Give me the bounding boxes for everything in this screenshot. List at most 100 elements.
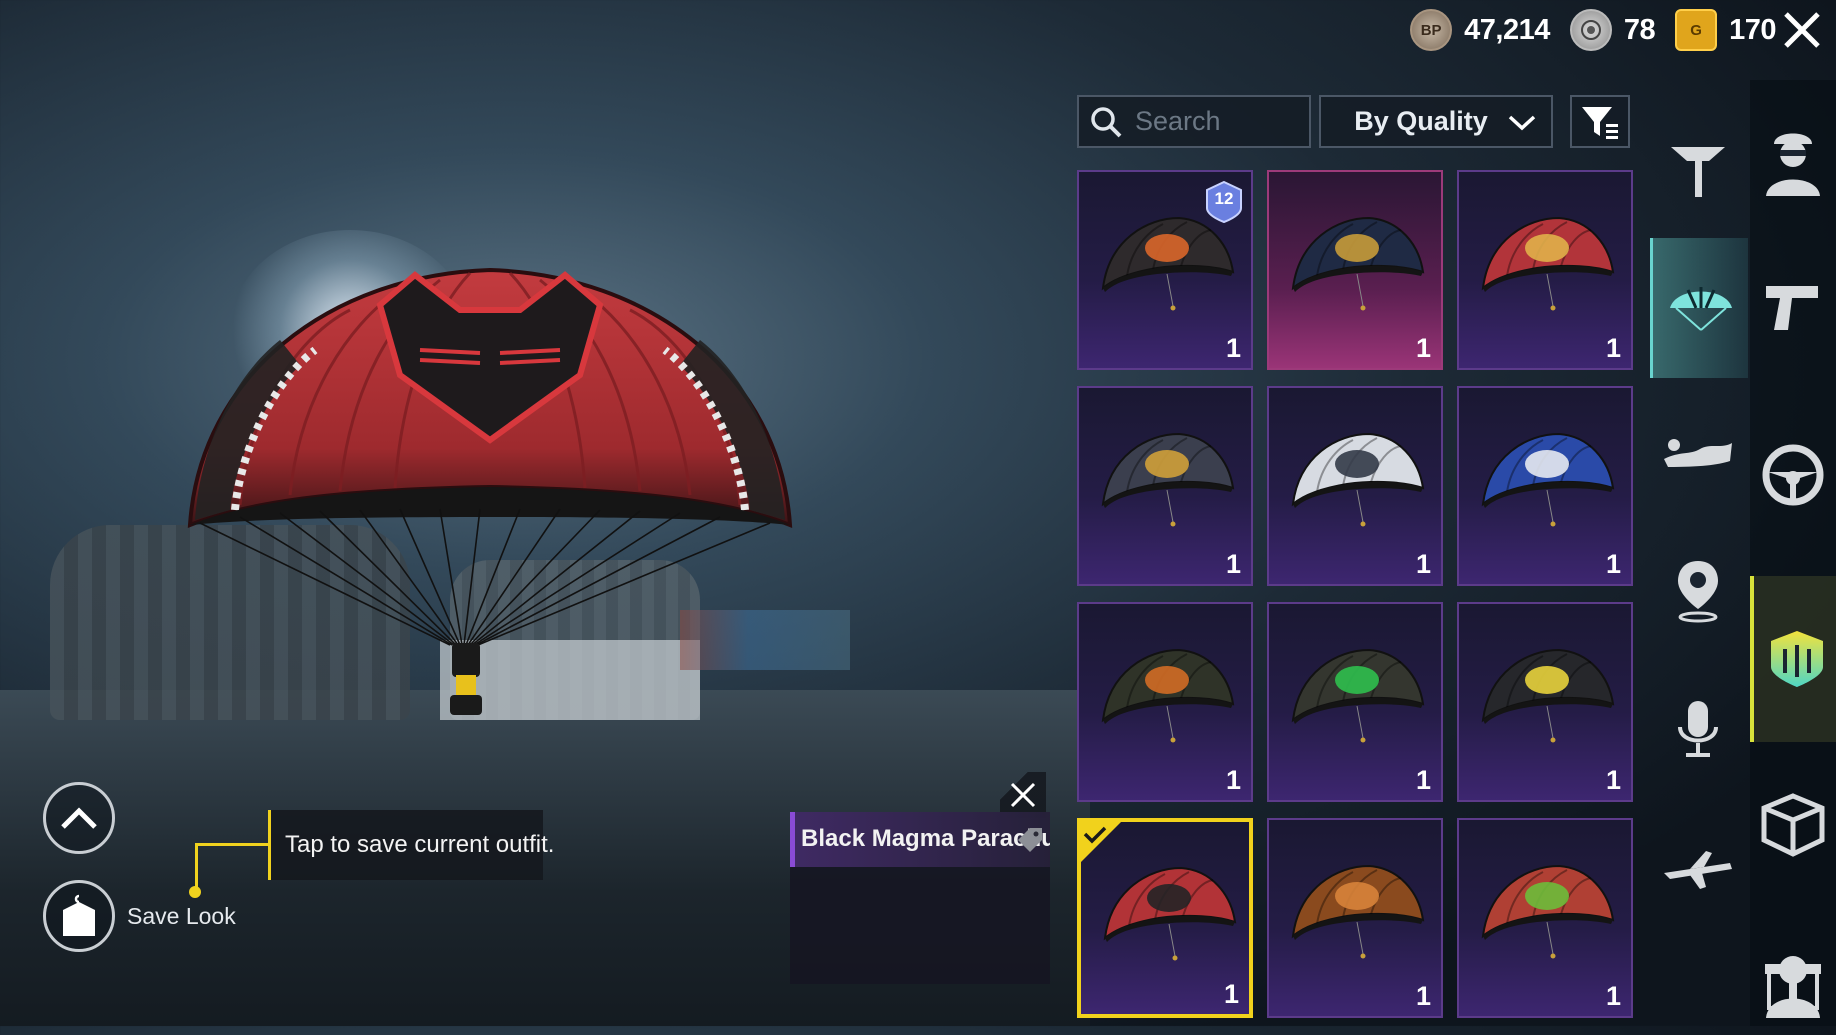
inventory-item-tile[interactable]: 1 12 bbox=[1077, 170, 1253, 370]
rail-crate[interactable] bbox=[1750, 760, 1836, 890]
pistol-icon bbox=[1766, 286, 1818, 330]
expand-button[interactable] bbox=[43, 782, 115, 854]
tooltip-anchor-dot bbox=[189, 886, 201, 898]
uc-currency[interactable]: 78 bbox=[1569, 9, 1656, 51]
item-count: 1 bbox=[1415, 981, 1431, 1011]
chevron-up-icon bbox=[61, 807, 97, 829]
item-count: 1 bbox=[1225, 333, 1241, 363]
rail-location[interactable] bbox=[1650, 530, 1745, 650]
search-placeholder: Search bbox=[1135, 106, 1221, 136]
location-pin-icon bbox=[1677, 561, 1718, 623]
g-coin-icon: G bbox=[1675, 9, 1718, 51]
season-badge-number: 12 bbox=[1214, 189, 1234, 208]
rail-parachute-harness[interactable] bbox=[1650, 110, 1745, 230]
crate-icon bbox=[1761, 793, 1825, 857]
item-count: 1 bbox=[1605, 333, 1621, 363]
inventory-item-tile[interactable]: 1 bbox=[1457, 818, 1633, 1018]
inventory-item-tile[interactable]: 1 bbox=[1267, 170, 1443, 370]
close-button[interactable] bbox=[1778, 6, 1826, 54]
parachute-thumbnail bbox=[1101, 648, 1235, 743]
parachute-model bbox=[187, 267, 793, 715]
item-count: 1 bbox=[1225, 765, 1241, 795]
inventory-item-tile[interactable]: 1 bbox=[1077, 602, 1253, 802]
item-count: 1 bbox=[1605, 765, 1621, 795]
parachute-thumbnail bbox=[1291, 216, 1425, 311]
avatar-icon bbox=[1766, 956, 1820, 1018]
rail-swim[interactable] bbox=[1650, 390, 1745, 510]
inventory-item-tile[interactable]: 1 bbox=[1267, 818, 1443, 1018]
tag-icon[interactable] bbox=[1016, 826, 1044, 854]
filter-icon bbox=[1582, 106, 1618, 139]
microphone-icon bbox=[1677, 701, 1718, 757]
item-count: 1 bbox=[1415, 765, 1431, 795]
parachute-thumbnail bbox=[1103, 866, 1237, 961]
parachute-icon bbox=[1669, 287, 1732, 331]
item-detail-panel: Black Magma Parachute bbox=[790, 812, 1050, 984]
subcategory-rail bbox=[1650, 100, 1748, 1026]
parachute-thumbnail bbox=[1101, 432, 1235, 527]
bp-coin-icon: BP bbox=[1410, 9, 1453, 51]
g-amount: 170 bbox=[1729, 13, 1776, 46]
inventory-item-tile[interactable]: 1 bbox=[1077, 386, 1253, 586]
rail-voice[interactable] bbox=[1650, 670, 1745, 790]
search-input[interactable]: Search bbox=[1077, 95, 1311, 148]
item-count: 1 bbox=[1415, 549, 1431, 579]
parachute-thumbnail bbox=[1291, 864, 1425, 959]
chevron-down-icon bbox=[1508, 115, 1536, 131]
uc-amount: 78 bbox=[1623, 13, 1656, 46]
inventory-item-tile[interactable]: 1 bbox=[1267, 602, 1443, 802]
inventory-item-tile[interactable]: 1 bbox=[1457, 602, 1633, 802]
inventory-item-tile[interactable]: 1 bbox=[1077, 818, 1253, 1018]
tooltip-connector-horizontal bbox=[195, 843, 270, 846]
character-icon bbox=[1766, 133, 1820, 196]
search-icon bbox=[1091, 106, 1122, 137]
item-count: 1 bbox=[1223, 979, 1239, 1009]
inventory-item-tile[interactable]: 1 bbox=[1457, 386, 1633, 586]
category-rail bbox=[1750, 80, 1836, 1026]
parachute-thumbnail bbox=[1101, 216, 1235, 311]
item-count: 1 bbox=[1605, 549, 1621, 579]
item-count: 1 bbox=[1225, 549, 1241, 579]
filter-button[interactable] bbox=[1570, 95, 1630, 148]
sort-value: By Quality bbox=[1354, 106, 1488, 136]
sort-dropdown[interactable]: By Quality bbox=[1319, 95, 1553, 148]
uc-coin-icon bbox=[1569, 9, 1612, 51]
inventory-item-tile[interactable]: 1 bbox=[1457, 170, 1633, 370]
rail-character[interactable] bbox=[1750, 100, 1836, 220]
rail-vehicle[interactable] bbox=[1750, 410, 1836, 540]
steering-wheel-icon bbox=[1762, 444, 1824, 506]
save-look-button[interactable] bbox=[43, 880, 115, 952]
parachute-thumbnail bbox=[1481, 432, 1615, 527]
rail-avatar[interactable] bbox=[1750, 940, 1836, 1026]
tooltip-text: Tap to save current outfit. bbox=[285, 831, 555, 858]
parachute-thumbnail bbox=[1481, 216, 1615, 311]
selected-check bbox=[1079, 820, 1123, 864]
item-count: 1 bbox=[1415, 333, 1431, 363]
inventory-item-tile[interactable]: 1 bbox=[1267, 386, 1443, 586]
bp-currency[interactable]: BP 47,214 bbox=[1410, 9, 1550, 51]
bp-amount: 47,214 bbox=[1464, 13, 1550, 46]
rail-weapon[interactable] bbox=[1750, 240, 1836, 370]
g-currency[interactable]: G 170 bbox=[1675, 9, 1776, 51]
rail-parachute[interactable] bbox=[1650, 238, 1748, 378]
rail-emblem[interactable] bbox=[1750, 576, 1836, 742]
parachute-harness-icon bbox=[1670, 147, 1725, 197]
save-tooltip: Tap to save current outfit. bbox=[268, 810, 554, 880]
close-icon bbox=[1784, 12, 1820, 48]
item-name-bar: Black Magma Parachute bbox=[790, 812, 1050, 867]
parachute-thumbnail bbox=[1481, 864, 1615, 959]
currency-bar: BP 47,214 78 G 170 bbox=[1400, 8, 1776, 52]
parachute-thumbnail bbox=[1291, 432, 1425, 527]
item-name: Black Magma Parachute bbox=[801, 825, 1050, 852]
parachute-thumbnail bbox=[1481, 648, 1615, 743]
parachute-thumbnail bbox=[1291, 648, 1425, 743]
save-look-label: Save Look bbox=[127, 903, 236, 929]
close-icon bbox=[1010, 782, 1036, 808]
emblem-icon bbox=[1771, 631, 1823, 687]
checkmark-icon bbox=[1079, 820, 1123, 864]
outfit-hanger-icon bbox=[63, 894, 95, 936]
season-badge: 12 bbox=[1205, 180, 1243, 224]
airplane-icon bbox=[1663, 851, 1732, 889]
rail-airplane[interactable] bbox=[1650, 810, 1745, 930]
item-count: 1 bbox=[1605, 981, 1621, 1011]
